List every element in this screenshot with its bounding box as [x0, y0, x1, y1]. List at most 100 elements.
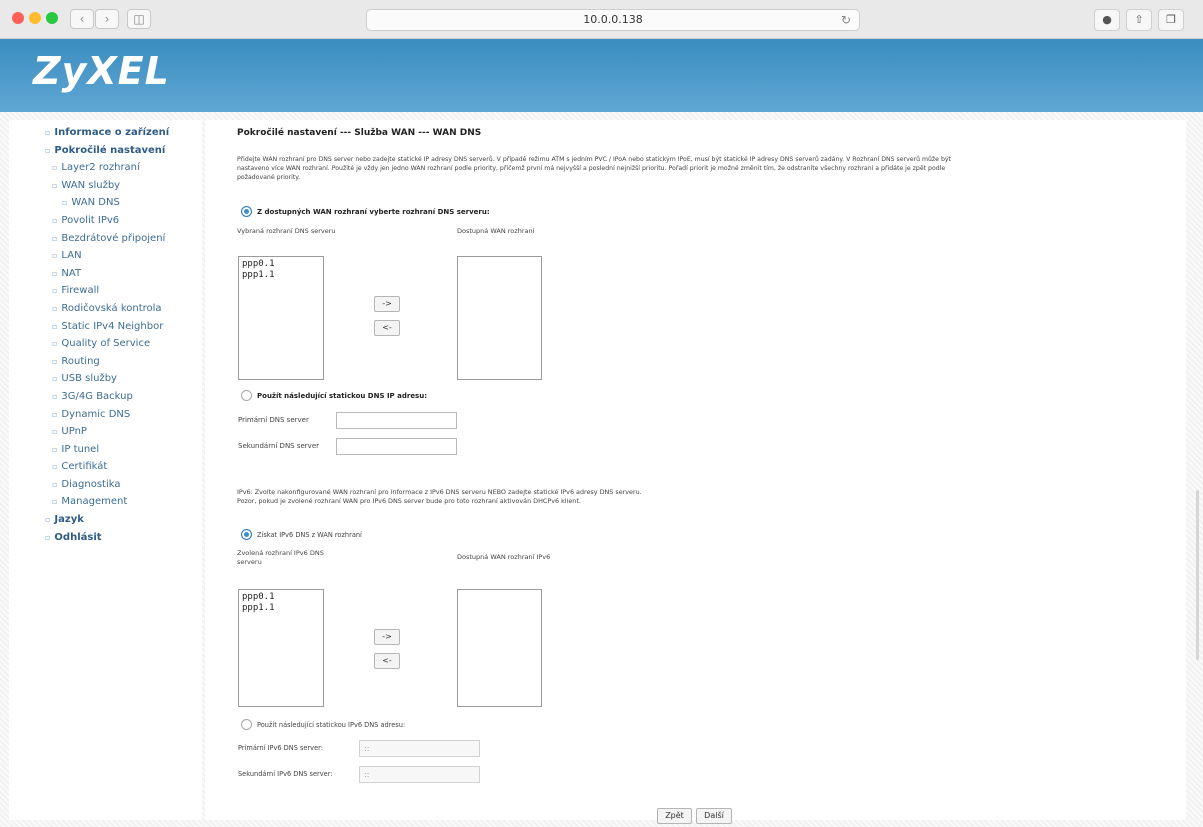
sidebar-item-routing[interactable]: ▫ Routing: [9, 353, 202, 371]
share-button[interactable]: ⇧: [1126, 9, 1152, 31]
ipv6-available-listbox[interactable]: [457, 589, 542, 707]
ipv4-selected-label: Vybraná rozhraní DNS serveru: [237, 227, 336, 235]
bullet-icon: ▫: [52, 251, 58, 261]
bullet-icon: ▫: [52, 268, 58, 278]
sidebar-item-usb-services[interactable]: ▫ USB služby: [9, 370, 202, 388]
bullet-icon: ▫: [52, 233, 58, 243]
address-bar[interactable]: 10.0.0.138 ↻: [366, 9, 860, 31]
close-window-button[interactable]: [12, 12, 24, 24]
ipv6-static-radio-label: Použít následující statickou IPv6 DNS ad…: [257, 721, 406, 729]
sidebar-item-parental-control[interactable]: ▫ Rodičovská kontrola: [9, 300, 202, 318]
ipv6-primary-input[interactable]: ::: [359, 740, 480, 757]
sidebar-item-firewall[interactable]: ▫ Firewall: [9, 282, 202, 300]
bullet-icon: ▫: [52, 321, 58, 331]
ipv6-add-button[interactable]: ->: [374, 629, 400, 645]
ipv6-primary-label: Primární IPv6 DNS server:: [238, 744, 323, 752]
ipv6-static-radio[interactable]: [241, 719, 252, 730]
bullet-icon: ▫: [52, 339, 58, 349]
ipv4-dynamic-radio[interactable]: [241, 206, 252, 217]
ipv6-remove-button[interactable]: <-: [374, 653, 400, 669]
ipv6-selected-label-1: Zvolená rozhraní IPv6 DNS: [237, 549, 324, 557]
ipv6-available-label: Dostupná WAN rozhraní IPv6: [457, 553, 551, 561]
description-line-1: Přidejte WAN rozhraní pro DNS server neb…: [237, 156, 951, 163]
bullet-icon: ▫: [52, 427, 58, 437]
sidebar: ▫ Informace o zařízení ▫ Pokročilé nastave…: [9, 120, 202, 820]
bullet-icon: ▫: [45, 145, 51, 155]
ipv4-selected-listbox[interactable]: ppp0.1 ppp1.1: [238, 256, 324, 380]
sidebar-item-3g4g-backup[interactable]: ▫ 3G/4G Backup: [9, 388, 202, 406]
zyxel-logo: ZyXEL: [33, 49, 170, 93]
sidebar-item-ip-tunnel[interactable]: ▫ IP tunel: [9, 441, 202, 459]
zoom-window-button[interactable]: [46, 12, 58, 24]
back-submit-button[interactable]: Zpět: [657, 808, 692, 824]
list-item[interactable]: ppp0.1: [242, 592, 320, 603]
ipv6-secondary-input[interactable]: ::: [359, 766, 480, 783]
ipv4-secondary-input[interactable]: [336, 438, 457, 455]
sidebar-item-management[interactable]: ▫ Management: [9, 493, 202, 511]
list-item[interactable]: ppp0.1: [242, 259, 320, 270]
share-icon: ⇧: [1134, 13, 1144, 26]
sidebar-item-static-ipv4-neighbor[interactable]: ▫ Static IPv4 Neighbor: [9, 318, 202, 336]
bullet-icon: ▫: [52, 409, 58, 419]
sidebar-item-device-info[interactable]: ▫ Informace o zařízení: [9, 124, 202, 142]
sidebar-item-logout[interactable]: ▫ Odhlásit: [9, 529, 202, 547]
ipv4-dynamic-radio-label: Z dostupných WAN rozhraní vyberte rozhra…: [257, 208, 490, 216]
bullet-icon: ▫: [52, 497, 58, 507]
sidebar-toggle-button[interactable]: ◫: [127, 9, 151, 29]
sidebar-item-enable-ipv6[interactable]: ▫ Povolit IPv6: [9, 212, 202, 230]
bullet-icon: ▫: [52, 303, 58, 313]
description-line-2: nastaveno více WAN rozhraní. Použité je …: [237, 165, 946, 172]
ipv6-dynamic-radio[interactable]: [241, 529, 252, 540]
sidebar-item-diagnostics[interactable]: ▫ Diagnostika: [9, 476, 202, 494]
sidebar-menu: ▫ Informace o zařízení ▫ Pokročilé nastave…: [9, 120, 202, 546]
description-line-3: požadované priority.: [237, 174, 301, 181]
bullet-icon: ▫: [52, 356, 58, 366]
ipv4-primary-label: Primární DNS server: [238, 416, 309, 424]
list-item[interactable]: ppp1.1: [242, 603, 320, 614]
bullet-icon: ▫: [45, 128, 51, 137]
bullet-icon: ▫: [52, 391, 58, 401]
sidebar-item-lan[interactable]: ▫ LAN: [9, 247, 202, 265]
ipv4-static-radio-label: Použít následující statickou DNS IP adre…: [257, 392, 428, 400]
tabs-button[interactable]: ❐: [1158, 9, 1184, 31]
sidebar-item-upnp[interactable]: ▫ UPnP: [9, 423, 202, 441]
bullet-icon: ▫: [52, 462, 58, 472]
bullet-icon: ▫: [45, 515, 51, 525]
sidebar-item-certificate[interactable]: ▫ Certifikát: [9, 458, 202, 476]
sidebar-item-layer2[interactable]: ▫ Layer2 rozhraní: [9, 159, 202, 177]
sidebar-item-language[interactable]: ▫ Jazyk: [9, 511, 202, 529]
sidebar-item-qos[interactable]: ▫ Quality of Service: [9, 335, 202, 353]
sidebar-item-wan-services[interactable]: ▫ WAN služby: [9, 177, 202, 195]
sidebar-item-nat[interactable]: ▫ NAT: [9, 265, 202, 283]
sidebar-item-wireless[interactable]: ▫ Bezdrátové připojení: [9, 230, 202, 248]
ipv4-secondary-label: Sekundární DNS server: [238, 442, 320, 450]
page-header: ZyXEL: [0, 39, 1203, 112]
ipv4-primary-input[interactable]: [336, 412, 457, 429]
sidebar-item-dynamic-dns[interactable]: ▫ Dynamic DNS: [9, 406, 202, 424]
sidebar-item-wan-dns[interactable]: ▫ WAN DNS: [9, 194, 202, 212]
ipv4-static-radio[interactable]: [241, 390, 252, 401]
next-submit-button[interactable]: Další: [696, 808, 732, 824]
sidebar-item-advanced-settings[interactable]: ▫ Pokročilé nastavení: [9, 142, 202, 160]
bullet-icon: ▫: [52, 180, 58, 190]
reload-icon[interactable]: ↻: [841, 10, 851, 30]
url-text: 10.0.0.138: [583, 13, 643, 26]
back-button[interactable]: ‹: [70, 9, 94, 29]
ipv4-add-button[interactable]: ->: [374, 296, 400, 312]
list-item[interactable]: ppp1.1: [242, 270, 320, 281]
bullet-icon: ▫: [52, 163, 58, 173]
ipv6-selected-listbox[interactable]: ppp0.1 ppp1.1: [238, 589, 324, 707]
bullet-icon: ▫: [52, 444, 58, 454]
ipv4-remove-button[interactable]: <-: [374, 320, 400, 336]
forward-button[interactable]: ›: [95, 9, 119, 29]
ipv4-available-listbox[interactable]: [457, 256, 542, 380]
page-scrollbar[interactable]: [1196, 490, 1199, 660]
page-title: Pokročilé nastavení --- Služba WAN --- W…: [237, 128, 482, 138]
minimize-window-button[interactable]: [29, 12, 41, 24]
ipv4-available-label: Dostupná WAN rozhraní: [457, 227, 535, 235]
download-button[interactable]: ●: [1094, 9, 1120, 31]
ipv6-note-line-2: Pozor, pokud je zvolené rozhraní WAN pro…: [237, 497, 581, 505]
bullet-icon: ▫: [52, 479, 58, 489]
bullet-icon: ▫: [52, 215, 58, 225]
sidebar-icon: ◫: [133, 12, 145, 26]
